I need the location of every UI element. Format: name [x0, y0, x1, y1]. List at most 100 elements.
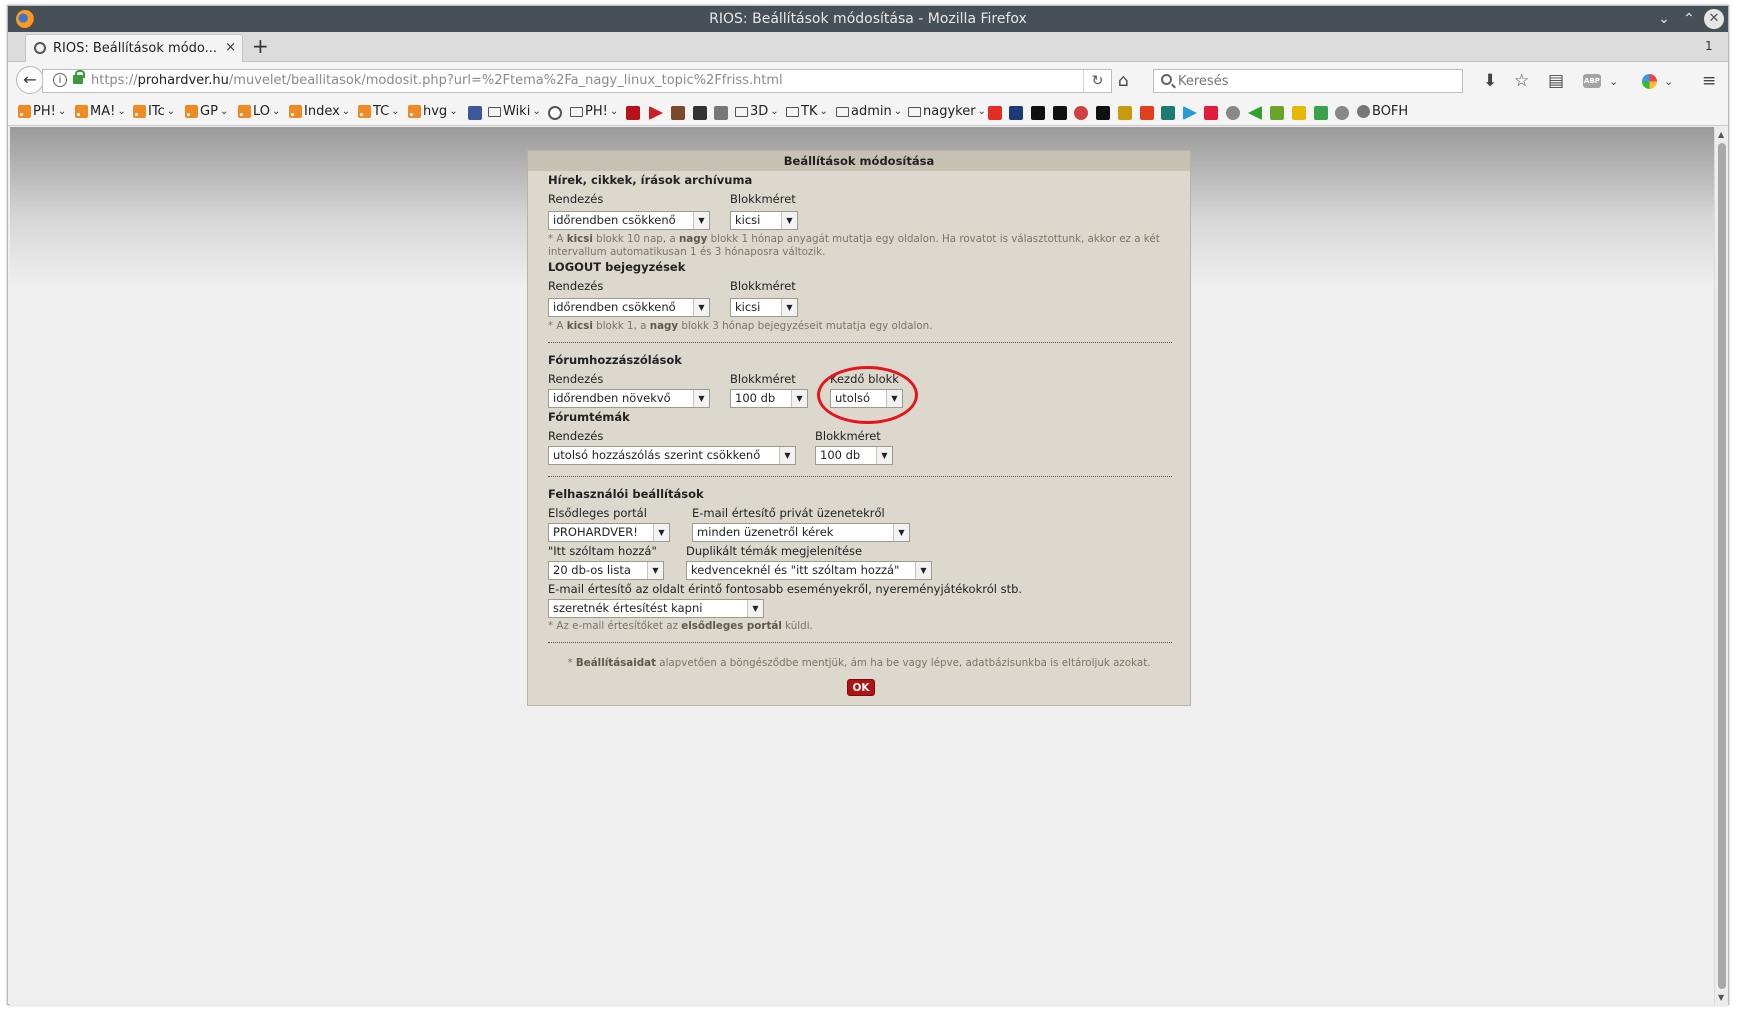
- bookmark-admin[interactable]: admin ⌄: [836, 104, 902, 119]
- duplicate-topics-label: Duplikált témák megjelenítése: [686, 544, 863, 558]
- bookmark-ph[interactable]: PH! ⌄: [18, 104, 66, 119]
- maximize-button[interactable]: ⌃: [1678, 8, 1700, 30]
- bookmark-label: PH!: [585, 104, 608, 119]
- chevron-down-icon: ⌄: [391, 106, 400, 117]
- search-bar[interactable]: [1153, 69, 1463, 93]
- rss-icon: [185, 105, 198, 118]
- reload-button[interactable]: ↻: [1083, 70, 1111, 92]
- settings-panel: Beállítások módosítása Hírek, cikkek, ír…: [527, 150, 1191, 706]
- folder-icon: [488, 107, 501, 117]
- bookmark-itc[interactable]: ITc ⌄: [133, 104, 175, 119]
- site-icon[interactable]: [714, 106, 728, 120]
- chevron-down-icon: ⌄: [272, 106, 281, 117]
- archive-sort-select[interactable]: időrendben csökkenő ▼: [548, 211, 710, 230]
- site-icon[interactable]: [1009, 106, 1023, 120]
- site-icon[interactable]: [1335, 106, 1349, 120]
- new-tab-button[interactable]: +: [252, 36, 269, 56]
- bookmark-bofh[interactable]: BOFH: [1357, 104, 1408, 119]
- play-store-icon[interactable]: [1183, 106, 1197, 120]
- site-icon[interactable]: [1031, 106, 1045, 120]
- email-private-select[interactable]: minden üzenetről kérek ▼: [692, 523, 910, 542]
- bookmark-index[interactable]: Index ⌄: [289, 104, 350, 119]
- site-icon[interactable]: [693, 106, 707, 120]
- itt-label: "Itt szóltam hozzá": [548, 544, 657, 558]
- tab-count: 1: [1705, 39, 1713, 53]
- chevron-down-icon[interactable]: ⌄: [1609, 75, 1618, 88]
- rss-icon: [289, 105, 302, 118]
- play-icon[interactable]: [649, 106, 663, 120]
- reddit-icon[interactable]: [1226, 106, 1240, 120]
- url-text[interactable]: https://prohardver.hu/muvelet/beallitaso…: [91, 73, 783, 88]
- adblock-icon[interactable]: ABP: [1583, 74, 1601, 88]
- site-icon[interactable]: [1248, 106, 1262, 120]
- lock-icon: [73, 70, 85, 84]
- tab-active[interactable]: RIOS: Beállítások módo... ×: [25, 34, 243, 62]
- url-host: prohardver.hu: [137, 73, 229, 88]
- bookmark-star-button[interactable]: ☆: [1514, 71, 1529, 91]
- bookmark-tk[interactable]: TK ⌄: [786, 104, 828, 119]
- archive-block-select[interactable]: kicsi ▼: [730, 211, 798, 230]
- site-icon[interactable]: [1140, 106, 1154, 120]
- scroll-up-icon[interactable]: ▲: [1718, 130, 1724, 139]
- bookmark-label: BOFH: [1372, 104, 1409, 119]
- sort-label: Rendezés: [548, 372, 604, 386]
- minimize-button[interactable]: ⌄: [1653, 8, 1675, 30]
- duplicate-topics-select[interactable]: kedvenceknél és "itt szóltam hozzá" ▼: [686, 561, 932, 580]
- search-icon[interactable]: [548, 106, 562, 120]
- logout-block-select[interactable]: kicsi ▼: [730, 298, 798, 317]
- bookmark-ph-folder[interactable]: PH! ⌄: [570, 104, 618, 119]
- select-value: 100 db: [820, 448, 861, 462]
- bookmark-gp[interactable]: GP ⌄: [185, 104, 228, 119]
- tab-close-icon[interactable]: ×: [225, 40, 236, 55]
- bookmark-label: hvg: [423, 104, 448, 119]
- site-icon[interactable]: [1161, 106, 1175, 120]
- youtube-icon[interactable]: [988, 106, 1002, 120]
- extension-icon[interactable]: [1642, 74, 1657, 89]
- facebook-icon[interactable]: [468, 106, 482, 120]
- rss-icon: [238, 105, 251, 118]
- search-input[interactable]: [1178, 72, 1448, 90]
- chevron-down-icon[interactable]: ⌄: [1664, 75, 1673, 88]
- site-icon[interactable]: [626, 106, 640, 120]
- library-button[interactable]: ▤: [1548, 71, 1564, 91]
- logout-sort-select[interactable]: időrendben csökkenő ▼: [548, 298, 710, 317]
- note-bold: kicsi: [566, 320, 593, 332]
- bookmark-ma[interactable]: MA! ⌄: [75, 104, 126, 119]
- menu-button[interactable]: ≡: [1702, 71, 1716, 91]
- site-icon[interactable]: [1053, 106, 1067, 120]
- bookmark-label: admin: [851, 104, 892, 119]
- bookmark-3d[interactable]: 3D ⌄: [735, 104, 779, 119]
- info-icon[interactable]: i: [53, 73, 67, 87]
- bookmark-nagyker[interactable]: nagyker ⌄: [908, 104, 986, 119]
- bookmark-tc[interactable]: TC ⌄: [358, 104, 400, 119]
- scrollbar-thumb[interactable]: [1718, 143, 1726, 989]
- close-window-button[interactable]: ✕: [1704, 9, 1724, 29]
- ok-button[interactable]: OK: [847, 679, 875, 696]
- forum-posts-sort-select[interactable]: időrendben növekvő ▼: [548, 389, 710, 408]
- primary-portal-select[interactable]: PROHARDVER! ▼: [548, 523, 670, 542]
- bookmark-lo[interactable]: LO ⌄: [238, 104, 280, 119]
- site-icon[interactable]: [1204, 106, 1218, 120]
- site-icon[interactable]: [1096, 106, 1110, 120]
- site-icon[interactable]: [1118, 106, 1132, 120]
- site-icon[interactable]: [1074, 106, 1088, 120]
- site-icon[interactable]: [1292, 106, 1306, 120]
- forum-posts-block-select[interactable]: 100 db ▼: [730, 389, 808, 408]
- chevron-down-icon: ⌄: [819, 106, 828, 117]
- download-button[interactable]: ⬇: [1483, 71, 1497, 91]
- android-icon[interactable]: [1270, 106, 1284, 120]
- site-icon[interactable]: [1314, 106, 1328, 120]
- bookmark-wiki[interactable]: Wiki ⌄: [488, 104, 541, 119]
- url-bar[interactable]: i https://prohardver.hu/muvelet/beallita…: [42, 69, 1112, 93]
- email-events-select[interactable]: szeretnék értesítést kapni ▼: [548, 599, 764, 618]
- scroll-down-icon[interactable]: ▼: [1718, 993, 1724, 1002]
- site-icon[interactable]: [671, 106, 685, 120]
- scrollbar[interactable]: ▲ ▼: [1714, 127, 1728, 1005]
- home-button[interactable]: ⌂: [1118, 71, 1129, 91]
- bookmark-hvg[interactable]: hvg ⌄: [408, 104, 458, 119]
- chevron-down-icon: ⌄: [893, 106, 903, 117]
- forum-topics-block-select[interactable]: 100 db ▼: [815, 446, 893, 465]
- itt-select[interactable]: 20 db-os lista ▼: [548, 561, 664, 580]
- back-button[interactable]: ←: [16, 66, 44, 94]
- forum-topics-sort-select[interactable]: utolsó hozzászólás szerint csökkenő ▼: [548, 446, 796, 465]
